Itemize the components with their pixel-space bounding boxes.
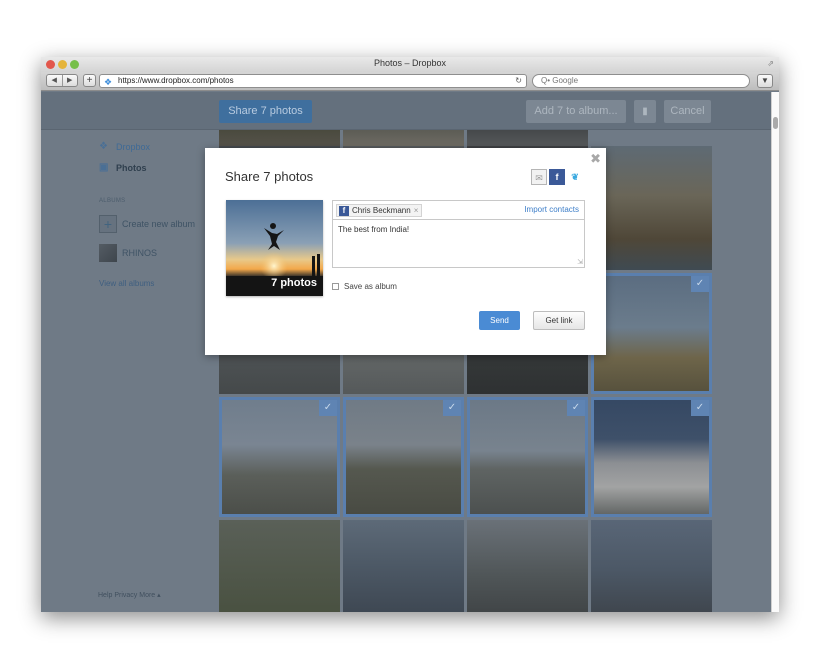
checkmark-icon[interactable]: ✓ [567,400,585,416]
plus-icon: + [99,215,117,233]
photo-action-bar: Share 7 photos Add 7 to album... ▮ Cance… [41,92,771,130]
checkmark-icon[interactable]: ✓ [691,276,709,292]
back-button[interactable]: ◀ [47,75,62,86]
album-thumbnail [99,244,117,262]
photo-tile[interactable] [591,146,712,270]
sidebar-item-label: Dropbox [116,142,151,152]
photo-tile[interactable] [467,520,588,612]
fullscreen-icon[interactable]: ⇗ [767,59,774,68]
checkmark-icon[interactable]: ✓ [319,400,337,416]
create-album-button[interactable]: + Create new album [99,215,195,233]
close-icon[interactable]: ✖ [590,151,601,167]
photo-count-caption: 7 photos [271,277,317,289]
footer-links[interactable]: Help Privacy More ▴ [98,591,161,599]
save-as-album-checkbox[interactable] [332,283,339,290]
twitter-icon[interactable]: ❦ [567,169,583,185]
address-bar[interactable]: ❖ https://www.dropbox.com/photos ↻ [99,74,527,88]
photo-tile[interactable] [467,130,588,146]
scrollbar-thumb[interactable] [773,117,778,129]
photo-tile[interactable] [343,520,464,612]
sidebar-item-label: Photos [116,163,147,173]
search-field[interactable]: Q• Google [532,74,750,88]
photo-tile-selected[interactable]: ✓ [591,397,712,517]
shared-photos-preview: 7 photos [226,200,323,296]
dropbox-favicon-icon: ❖ [104,77,113,87]
resize-grip-icon[interactable]: ⇲ [577,258,583,266]
share-channel-toggles: ✉ f ❦ [531,169,583,185]
photo-tile-selected[interactable]: ✓ [343,397,464,517]
view-all-albums-link[interactable]: View all albums [99,279,154,288]
add-bookmark-button[interactable]: + [83,74,96,87]
facebook-icon[interactable]: f [549,169,565,185]
photo-tile[interactable] [591,520,712,612]
nav-buttons: ◀ ▶ [46,74,78,87]
import-contacts-link[interactable]: Import contacts [524,205,579,214]
photo-tile-selected[interactable]: ✓ [591,273,712,394]
browser-toolbar: ◀ ▶ + ❖ https://www.dropbox.com/photos ↻… [41,72,779,91]
downloads-button[interactable]: ▼ [757,74,773,88]
facebook-icon: f [339,206,349,216]
title-bar: Photos – Dropbox ⇗ [41,57,779,72]
sidebar-item-label: RHINOS [122,248,158,258]
message-text: The best from India! [338,225,410,234]
address-text: https://www.dropbox.com/photos [118,76,234,85]
email-icon[interactable]: ✉ [531,169,547,185]
photo-tile[interactable] [219,520,340,612]
save-as-album-option[interactable]: Save as album [332,282,397,291]
save-as-album-label: Save as album [344,282,397,291]
remove-recipient-icon[interactable]: × [414,206,419,215]
recipients-field[interactable]: f Chris Beckmann × Import contacts [332,200,585,220]
share-dialog: ✖ Share 7 photos ✉ f ❦ 7 photos f Chris … [205,148,606,355]
recipient-token[interactable]: f Chris Beckmann × [336,204,423,217]
sidebar-item-dropbox[interactable]: ❖ Dropbox [99,141,151,153]
recipient-name: Chris Beckmann [352,206,411,215]
sidebar: ❖ Dropbox ▣ Photos ALBUMS + Create new a… [41,130,219,612]
dropbox-icon: ❖ [99,141,108,152]
browser-window: Photos – Dropbox ⇗ ◀ ▶ + ❖ https://www.d… [41,57,779,612]
reload-icon[interactable]: ↻ [515,75,522,87]
get-link-button[interactable]: Get link [533,311,585,330]
trash-icon[interactable]: ▮ [634,100,656,123]
page-scrollbar[interactable] [771,92,779,612]
sidebar-item-photos[interactable]: ▣ Photos [99,162,147,174]
share-photos-button[interactable]: Share 7 photos [219,100,312,123]
add-to-album-button[interactable]: Add 7 to album... [526,100,626,123]
message-textarea[interactable]: The best from India! ⇲ [332,220,585,268]
cancel-selection-button[interactable]: Cancel [664,100,711,123]
sidebar-item-label: Create new album [122,219,196,229]
photo-tile-selected[interactable]: ✓ [219,397,340,517]
window-title: Photos – Dropbox [373,58,447,68]
dialog-title: Share 7 photos [225,169,314,184]
photo-tile[interactable] [343,130,464,146]
photos-icon: ▣ [99,162,109,173]
forward-button[interactable]: ▶ [61,75,78,86]
photo-tile-selected[interactable]: ✓ [467,397,588,517]
checkmark-icon[interactable]: ✓ [691,400,709,416]
photo-tile[interactable] [219,130,340,146]
checkmark-icon[interactable]: ✓ [443,400,461,416]
sidebar-item-album[interactable]: RHINOS [99,244,157,262]
send-button[interactable]: Send [479,311,520,330]
albums-heading: ALBUMS [99,198,126,204]
